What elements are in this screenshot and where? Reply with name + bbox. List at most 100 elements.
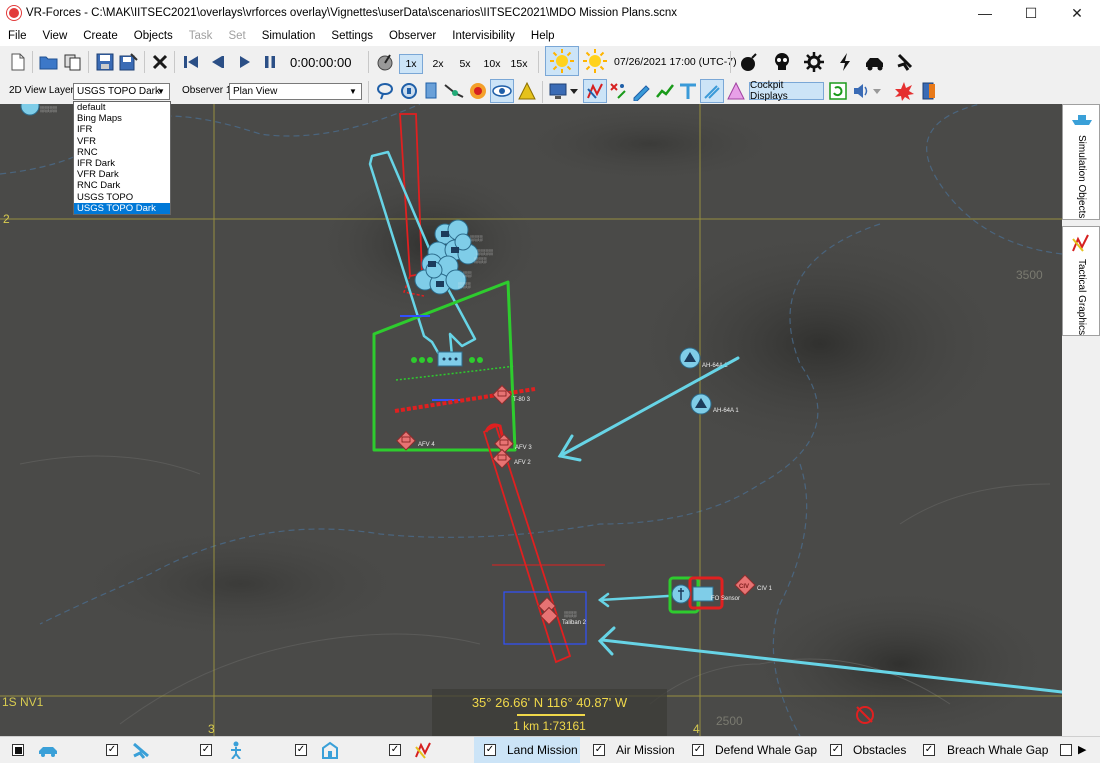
rewind-start-icon[interactable] [180, 51, 202, 73]
layer-option-ifr-dark[interactable]: IFR Dark [74, 158, 170, 169]
layer-toggle-defend-whale-gap[interactable] [692, 744, 704, 756]
layer-toggle-3[interactable] [295, 744, 307, 756]
speed-1x-button[interactable]: 1x [399, 54, 423, 74]
chevron-down-icon[interactable] [870, 80, 884, 102]
layer-option-vfr[interactable]: VFR [74, 136, 170, 147]
svg-text:░░░: ░░░ [470, 235, 484, 242]
copy-icon[interactable] [62, 51, 84, 73]
visibility-icon[interactable] [490, 79, 514, 103]
gear-icon[interactable] [803, 51, 825, 73]
open-folder-icon[interactable] [38, 51, 60, 73]
route-graphic-icon[interactable] [583, 79, 607, 103]
heatmap-icon[interactable] [467, 80, 489, 102]
layer-toggle-obstacles[interactable] [830, 744, 842, 756]
grid-zone-label: 1S NV1 [2, 695, 44, 709]
menu-set[interactable]: Set [220, 30, 253, 42]
friendly-fo-sensor[interactable]: FO Sensor [668, 576, 740, 614]
menu-intervisibility[interactable]: Intervisibility [444, 30, 523, 42]
svg-text:░░░: ░░░ [564, 611, 578, 618]
cockpit-displays-button[interactable]: Cockpit Displays [749, 80, 824, 102]
time-of-day-icon[interactable] [582, 48, 608, 74]
layer-toggle-all[interactable] [12, 744, 24, 756]
time-multiplier-icon[interactable] [375, 51, 397, 73]
skull-icon[interactable] [771, 51, 793, 73]
chevron-down-icon[interactable] [568, 80, 580, 102]
layer-option-usgs-topo[interactable]: USGS TOPO [74, 192, 170, 203]
hostile-unit-afv-2[interactable]: AFV 2 [492, 448, 532, 469]
terrain-icon[interactable] [516, 80, 538, 102]
menu-create[interactable]: Create [75, 30, 126, 42]
app-icon [7, 6, 21, 20]
hostile-unit-civ-1[interactable]: CIV CIV 1 [734, 574, 773, 596]
layer-option-usgs-topo-dark[interactable]: USGS TOPO Dark [74, 202, 170, 214]
speed-15x-button[interactable]: 15x [507, 54, 531, 74]
monitor-icon[interactable] [547, 80, 569, 102]
new-file-icon[interactable] [7, 51, 29, 73]
refresh-icon[interactable] [827, 80, 849, 102]
layer-toggle-land-mission[interactable] [484, 744, 496, 756]
simulation-objects-label: Simulation Objects [1076, 135, 1087, 219]
layer-option-bing-maps[interactable]: Bing Maps [74, 113, 170, 124]
speed-10x-button[interactable]: 10x [480, 54, 504, 74]
menu-file[interactable]: File [0, 30, 35, 42]
layer-toggle-2[interactable] [200, 744, 212, 756]
pencil-graphic-icon[interactable] [630, 80, 652, 102]
chevron-right-icon[interactable]: ▶ [1078, 743, 1086, 756]
audio-icon[interactable] [850, 80, 872, 102]
observer-combo[interactable]: Plan View ▼ [229, 83, 362, 100]
exit-door-icon[interactable] [918, 80, 940, 102]
layer-toggle-4[interactable] [389, 744, 401, 756]
document-icon[interactable] [420, 80, 442, 102]
trend-line-icon[interactable] [654, 80, 676, 102]
delete-icon[interactable] [149, 51, 171, 73]
maximize-button[interactable]: ☐ [1008, 0, 1054, 26]
menu-objects[interactable]: Objects [126, 30, 181, 42]
aircraft-icon[interactable] [895, 51, 917, 73]
menu-view[interactable]: View [35, 30, 76, 42]
layer-toggle-1[interactable] [106, 744, 118, 756]
cyan-arrow-fo-to-taliban[interactable] [597, 592, 670, 608]
save-as-icon[interactable] [118, 51, 140, 73]
speed-2x-button[interactable]: 2x [426, 54, 450, 74]
chevron-down-icon[interactable]: ▼ [153, 84, 169, 99]
tab-tactical-graphics[interactable]: Tactical Graphics [1062, 226, 1100, 336]
tab-simulation-objects[interactable]: Simulation Objects [1062, 104, 1100, 220]
menu-simulation[interactable]: Simulation [254, 30, 324, 42]
vehicle-icon[interactable] [864, 51, 886, 73]
layer-option-ifr[interactable]: IFR [74, 124, 170, 135]
lightning-icon[interactable] [834, 51, 856, 73]
layer-toggle-breach-whale-gap[interactable] [923, 744, 935, 756]
waypoint-x-icon[interactable] [607, 80, 629, 102]
hostile-unit-afv-4[interactable]: AFV 4 [396, 430, 436, 451]
axis-of-advance-icon[interactable] [700, 79, 724, 103]
menu-task[interactable]: Task [181, 30, 221, 42]
menu-observer[interactable]: Observer [381, 30, 444, 42]
layer-option-default[interactable]: default [74, 102, 170, 113]
lasso-select-icon[interactable] [374, 80, 396, 102]
friendly-unit-partial[interactable]: ░░░░ [20, 104, 58, 116]
pause-icon[interactable] [259, 51, 281, 73]
save-icon[interactable] [94, 51, 116, 73]
close-button[interactable]: ✕ [1054, 0, 1100, 26]
area-graphic-icon[interactable] [725, 80, 747, 102]
layer-toggle-air-mission[interactable] [593, 744, 605, 756]
menu-help[interactable]: Help [523, 30, 563, 42]
sun-weather-icon[interactable] [545, 46, 579, 76]
layer-option-vfr-dark[interactable]: VFR Dark [74, 169, 170, 180]
bomb-icon[interactable] [738, 51, 760, 73]
view-layer-combo[interactable]: USGS TOPO Dark ▼ [73, 83, 170, 100]
play-icon[interactable] [234, 51, 256, 73]
minimize-button[interactable]: — [962, 0, 1008, 26]
step-back-icon[interactable] [206, 51, 228, 73]
explosion-icon[interactable] [893, 80, 915, 102]
hostile-unit-taliban-2[interactable]: ░░░ Taliban 2 [503, 591, 587, 645]
chevron-down-icon[interactable]: ▼ [345, 84, 361, 99]
layer-toggle-more[interactable] [1060, 744, 1072, 756]
layer-option-rnc-dark[interactable]: RNC Dark [74, 180, 170, 191]
measure-icon[interactable] [443, 80, 465, 102]
circle-select-icon[interactable] [398, 80, 420, 102]
menu-settings[interactable]: Settings [323, 30, 381, 42]
antenna-icon[interactable] [677, 80, 699, 102]
layer-option-rnc[interactable]: RNC [74, 147, 170, 158]
speed-5x-button[interactable]: 5x [453, 54, 477, 74]
